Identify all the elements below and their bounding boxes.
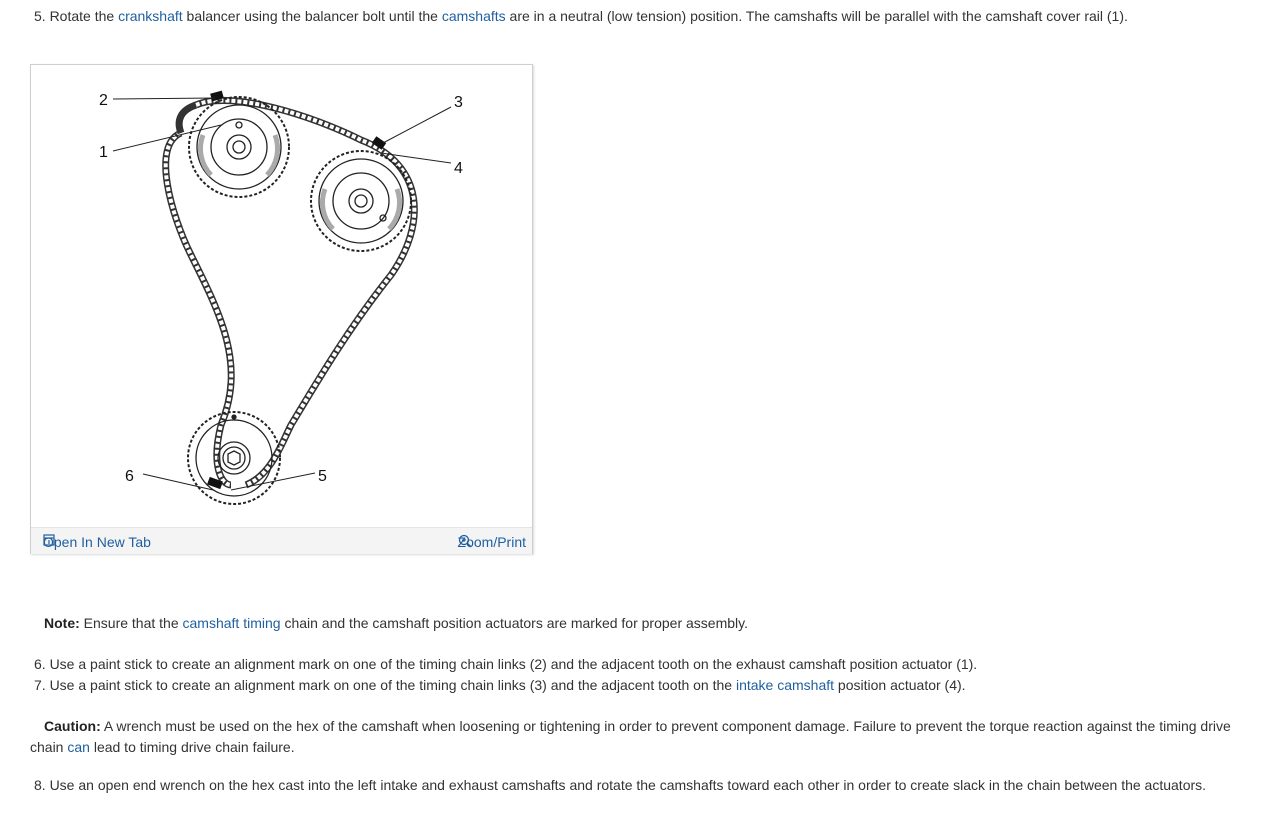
step-6-text: 6. Use a paint stick to create an alignm… (34, 656, 978, 672)
step-8-text: 8. Use an open end wrench on the hex cas… (34, 777, 1207, 793)
callout-2: 2 (99, 92, 108, 109)
note-text: Note: Ensure that the camshaft timing ch… (44, 615, 748, 631)
can-link[interactable]: can (67, 739, 90, 755)
callout-3: 3 (454, 94, 463, 111)
timing-chain-diagram: 2 1 3 4 5 6 (99, 90, 463, 505)
open-in-new-tab-link[interactable]: Open In New Tab (43, 534, 151, 550)
caution-text: Caution: A wrench must be used on the he… (30, 718, 1231, 755)
zoom-in-icon (458, 534, 472, 548)
callout-4: 4 (454, 160, 463, 177)
figure-toolbar: Open In New Tab Zoom/Print (31, 527, 532, 554)
camshaft-timing-link[interactable]: camshaft timing (183, 615, 281, 631)
zoom-print-link[interactable]: Zoom/Print (458, 534, 526, 550)
callout-5: 5 (318, 468, 327, 485)
callout-1: 1 (99, 144, 108, 161)
new-tab-icon (43, 534, 55, 546)
step-7-text: 7. Use a paint stick to create an alignm… (34, 677, 966, 693)
crankshaft-link[interactable]: crankshaft (118, 8, 183, 24)
timing-chain-figure: 2 1 3 4 5 6 Open In New Tab Zoom/Print (30, 64, 533, 554)
intake-camshaft-link[interactable]: intake camshaft (736, 677, 834, 693)
step-5-text: 5. Rotate the crankshaft balancer using … (34, 8, 1128, 24)
callout-6: 6 (125, 468, 134, 485)
camshafts-link[interactable]: camshafts (442, 8, 506, 24)
